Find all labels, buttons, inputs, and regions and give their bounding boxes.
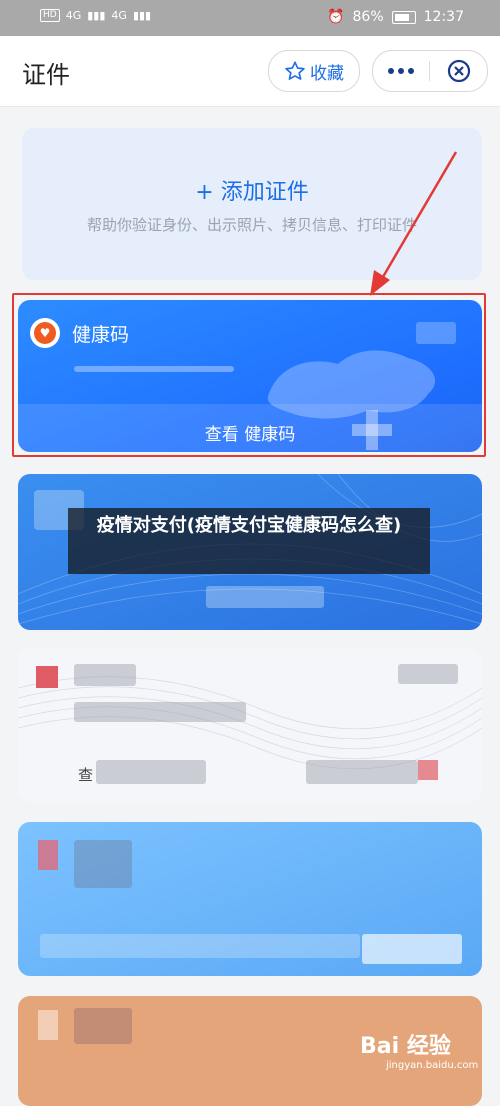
signal-4g-1: 4G — [65, 9, 82, 22]
blurred-region — [38, 1010, 58, 1040]
blurred-text — [398, 664, 458, 684]
blurred-text — [96, 760, 206, 784]
blurred-region — [362, 934, 462, 964]
favorite-button[interactable]: 收藏 — [268, 50, 360, 92]
system-indicators: ⏰ 86% 12:37 — [327, 9, 464, 25]
more-button[interactable] — [373, 51, 429, 91]
blurred-text — [40, 934, 360, 958]
card-badge — [418, 760, 438, 780]
star-icon — [285, 61, 305, 80]
baidu-watermark-url: jingyan.baidu.com — [386, 1060, 479, 1071]
blurred-text — [306, 760, 418, 784]
credential-card-lightblue[interactable] — [18, 822, 482, 976]
clock: 12:37 — [423, 9, 464, 25]
status-bar: HD 4G ▮▮▮ 4G ▮▮▮ ⏰ 86% 12:37 — [0, 0, 500, 36]
more-dots-icon — [388, 68, 414, 74]
baidu-watermark: Bai 经验 — [360, 1034, 451, 1059]
hd-badge: HD — [40, 9, 60, 22]
capsule-divider — [429, 61, 430, 81]
annotation-arrow-icon — [370, 151, 458, 296]
header: 证件 收藏 — [0, 36, 500, 107]
alarm-icon: ⏰ — [327, 9, 345, 25]
view-label: 查 — [78, 766, 94, 784]
close-target-icon — [447, 59, 471, 83]
close-button[interactable] — [431, 51, 487, 91]
credential-card-white[interactable]: 查 — [18, 648, 482, 802]
blurred-text — [74, 702, 246, 722]
battery-percent: 86% — [352, 9, 384, 25]
mini-app-capsule — [372, 50, 488, 92]
network-indicators: HD 4G ▮▮▮ 4G ▮▮▮ — [40, 9, 151, 22]
article-caption: 疫情对支付(疫情支付宝健康码怎么查) — [68, 508, 430, 574]
blurred-region — [74, 1008, 132, 1044]
blurred-text — [206, 586, 324, 608]
signal-4g-2: 4G — [111, 9, 127, 22]
signal-bars-icon: ▮▮▮ — [87, 9, 106, 22]
card-badge — [38, 840, 58, 870]
favorite-label: 收藏 — [310, 63, 344, 84]
blurred-text — [74, 664, 136, 686]
signal-bars-icon-2: ▮▮▮ — [132, 9, 152, 22]
battery-icon — [391, 10, 416, 24]
card-badge — [36, 666, 58, 688]
blurred-region — [74, 840, 132, 888]
annotation-highlight-box — [12, 293, 486, 457]
page-title: 证件 — [22, 61, 70, 89]
